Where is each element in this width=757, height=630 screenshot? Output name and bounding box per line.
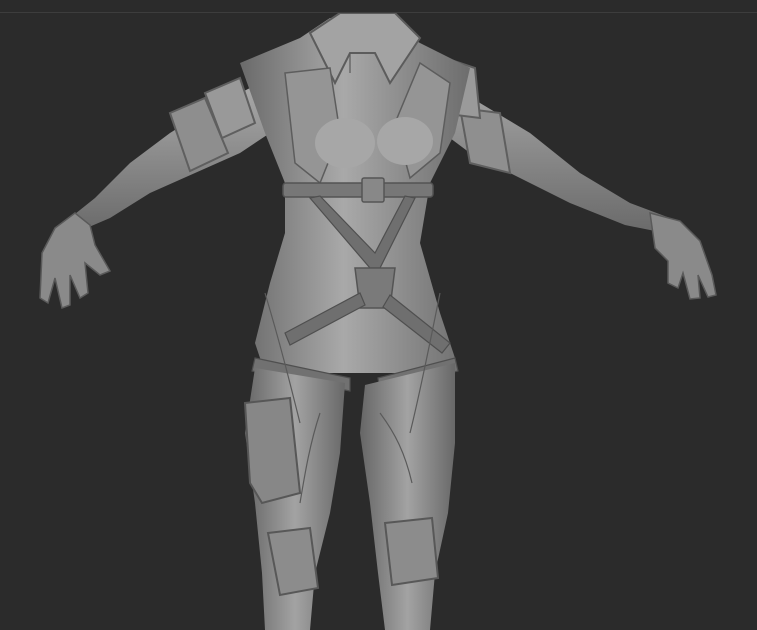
right-arm	[428, 51, 717, 300]
3d-viewport-canvas[interactable]	[0, 13, 757, 630]
left-arm	[39, 76, 270, 310]
torso	[240, 13, 470, 392]
legs	[243, 363, 455, 630]
sculpt-app-window	[0, 0, 757, 630]
sculpt-model-render	[39, 13, 717, 630]
